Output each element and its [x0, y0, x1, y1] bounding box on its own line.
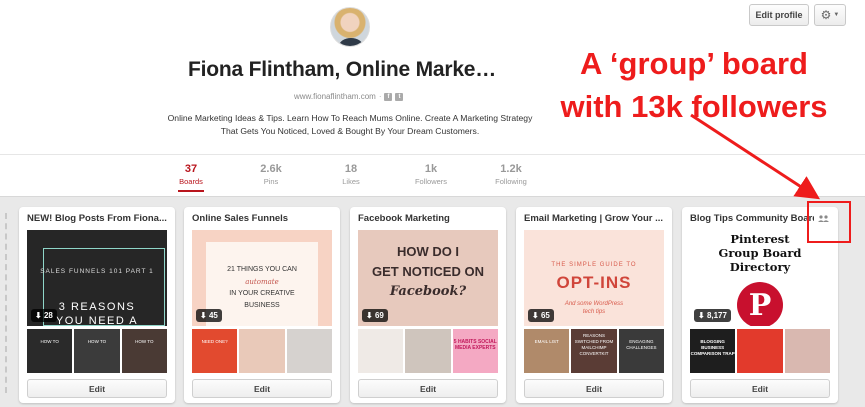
annotation-arrow [690, 113, 821, 200]
annotation-highlight-box [807, 201, 851, 243]
